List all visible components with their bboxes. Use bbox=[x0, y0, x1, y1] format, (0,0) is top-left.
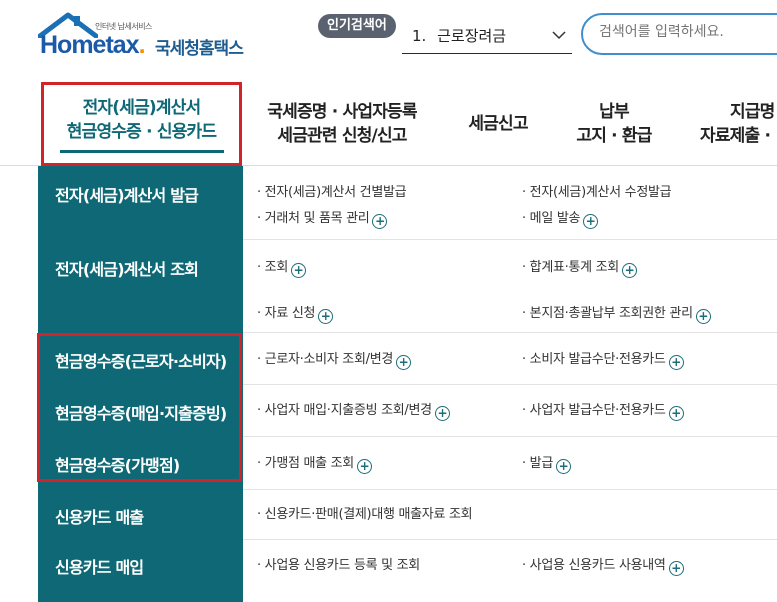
gnb-tab-e-invoice[interactable]: 전자(세금)계산서 현금영수증 · 신용카드 bbox=[41, 82, 242, 166]
menu-heading[interactable]: 현금영수증(근로자·소비자) bbox=[38, 333, 243, 385]
gnb-tab-label: 전자(세금)계산서 bbox=[82, 97, 202, 118]
search-box[interactable] bbox=[581, 13, 777, 55]
popular-keyword: 근로장려금 bbox=[437, 27, 507, 45]
menu-row-inquiry: 전자(세금)계산서 조회 · 조회 + · 합계표·통계 조회 + · 자료 신청 +… bbox=[38, 240, 777, 333]
menu-link[interactable]: · 발급 + bbox=[522, 452, 571, 474]
plus-icon[interactable]: + bbox=[356, 459, 372, 474]
menu-link[interactable]: · 신용카드·판매(결제)대행 매출자료 조회 bbox=[257, 503, 473, 522]
menu-row-issue: 전자(세금)계산서 발급 · 전자(세금)계산서 건별발급 · 전자(세금)계산… bbox=[38, 166, 777, 240]
plus-icon[interactable]: + bbox=[668, 355, 684, 370]
menu-link[interactable]: · 사업용 신용카드 등록 및 조회 bbox=[257, 554, 420, 573]
menu-row-cash-receipt-business: 현금영수증(매입·지출증빙) · 사업자 매입·지출증빙 조회/변경 + · 사업… bbox=[38, 385, 777, 437]
menu-row-cash-receipt-merchant: 현금영수증(가맹점) · 가맹점 매출 조회 + · 발급 + bbox=[38, 437, 777, 490]
plus-icon[interactable]: + bbox=[372, 214, 388, 229]
popular-rank: 1. bbox=[412, 27, 427, 45]
menu-link[interactable]: · 조회 + bbox=[257, 256, 306, 278]
header: 인터넷 납세서비스 Hometax. 국세청홈택스 인기검색어 1. 근로장려금 bbox=[0, 0, 777, 78]
plus-icon[interactable]: + bbox=[695, 309, 711, 324]
popular-search-select[interactable]: 1. 근로장려금 bbox=[402, 22, 572, 54]
menu-row-credit-card-sales: 신용카드 매출 · 신용카드·판매(결제)대행 매출자료 조회 bbox=[38, 490, 777, 540]
gnb-tab-certificate[interactable]: 국세증명 · 사업자등록 세금관련 신청/신고 bbox=[252, 82, 432, 166]
menu-link[interactable]: · 소비자 발급수단·전용카드 + bbox=[522, 348, 684, 370]
gnb-tab-label: 현금영수증 · 신용카드 bbox=[66, 121, 217, 142]
submenu-panel: 전자(세금)계산서 발급 · 전자(세금)계산서 건별발급 · 전자(세금)계산… bbox=[38, 166, 777, 602]
plus-icon[interactable]: + bbox=[556, 459, 571, 474]
gnb-tab-label: 자료제출 · bbox=[700, 126, 771, 146]
menu-link[interactable]: · 본지점·총괄납부 조회권한 관리 + bbox=[522, 302, 711, 324]
menu-row-cash-receipt-consumer: 현금영수증(근로자·소비자) · 근로자·소비자 조회/변경 + · 소비자 발급… bbox=[38, 333, 777, 385]
hometax-logo[interactable]: 인터넷 납세서비스 Hometax. 국세청홈택스 bbox=[38, 12, 263, 62]
popular-search-label: 인기검색어 bbox=[318, 14, 396, 38]
menu-heading[interactable]: 현금영수증(가맹점) bbox=[38, 437, 243, 490]
menu-link[interactable]: · 가맹점 매출 조회 + bbox=[257, 452, 372, 474]
gnb-tab-label: 국세증명 · 사업자등록 bbox=[267, 102, 417, 122]
gnb-tab-label: 지급명 bbox=[730, 102, 775, 122]
gnb-tab-label: 고지 · 환급 bbox=[576, 126, 652, 146]
menu-row-credit-card-purchase: 신용카드 매입 · 사업용 신용카드 등록 및 조회 · 사업용 신용카드 사용… bbox=[38, 540, 777, 602]
plus-icon[interactable]: + bbox=[583, 214, 599, 229]
menu-heading[interactable]: 전자(세금)계산서 발급 bbox=[38, 166, 243, 240]
active-tab-underline bbox=[59, 149, 224, 153]
menu-heading[interactable]: 전자(세금)계산서 조회 bbox=[38, 240, 243, 333]
plus-icon[interactable]: + bbox=[396, 355, 412, 370]
menu-link[interactable]: · 합계표·통계 조회 + bbox=[522, 256, 637, 278]
plus-icon[interactable]: + bbox=[621, 263, 637, 278]
plus-icon[interactable]: + bbox=[668, 406, 684, 421]
gnb-tab-label: 세금관련 신청/신고 bbox=[277, 126, 407, 146]
menu-heading[interactable]: 신용카드 매출 bbox=[38, 490, 243, 540]
menu-link[interactable]: · 사업용 신용카드 사용내역 + bbox=[522, 554, 684, 576]
menu-heading[interactable]: 신용카드 매입 bbox=[38, 540, 243, 602]
logo-wordmark: Hometax. bbox=[40, 31, 146, 59]
menu-link[interactable]: · 전자(세금)계산서 건별발급 bbox=[257, 181, 407, 200]
menu-link[interactable]: · 근로자·소비자 조회/변경 + bbox=[257, 348, 412, 370]
gnb-tab-payment[interactable]: 납부 고지 · 환급 bbox=[566, 82, 662, 166]
search-input[interactable] bbox=[599, 24, 777, 40]
gnb-tab-tax-return[interactable]: 세금신고 bbox=[452, 82, 544, 166]
chevron-down-icon bbox=[552, 31, 566, 40]
menu-link[interactable]: · 사업자 발급수단·전용카드 + bbox=[522, 399, 684, 421]
gnb-tab-payment-statement[interactable]: 지급명 자료제출 · bbox=[694, 82, 777, 166]
plus-icon[interactable]: + bbox=[291, 263, 306, 278]
plus-icon[interactable]: + bbox=[434, 406, 450, 421]
menu-link[interactable]: · 사업자 매입·지출증빙 조회/변경 + bbox=[257, 399, 450, 421]
gnb-tab-label: 납부 bbox=[599, 102, 629, 122]
plus-icon[interactable]: + bbox=[318, 309, 334, 324]
menu-link[interactable]: · 거래처 및 품목 관리 + bbox=[257, 207, 388, 229]
menu-heading[interactable]: 현금영수증(매입·지출증빙) bbox=[38, 385, 243, 437]
gnb-tab-label: 세금신고 bbox=[468, 114, 528, 134]
menu-link[interactable]: · 메일 발송 + bbox=[522, 207, 599, 229]
logo-subtitle: 국세청홈택스 bbox=[155, 39, 244, 59]
menu-link[interactable]: · 자료 신청 + bbox=[257, 302, 334, 324]
menu-link[interactable]: · 전자(세금)계산서 수정발급 bbox=[522, 181, 672, 200]
plus-icon[interactable]: + bbox=[668, 561, 684, 576]
main-navigation: 전자(세금)계산서 현금영수증 · 신용카드 국세증명 · 사업자등록 세금관련… bbox=[0, 82, 777, 166]
